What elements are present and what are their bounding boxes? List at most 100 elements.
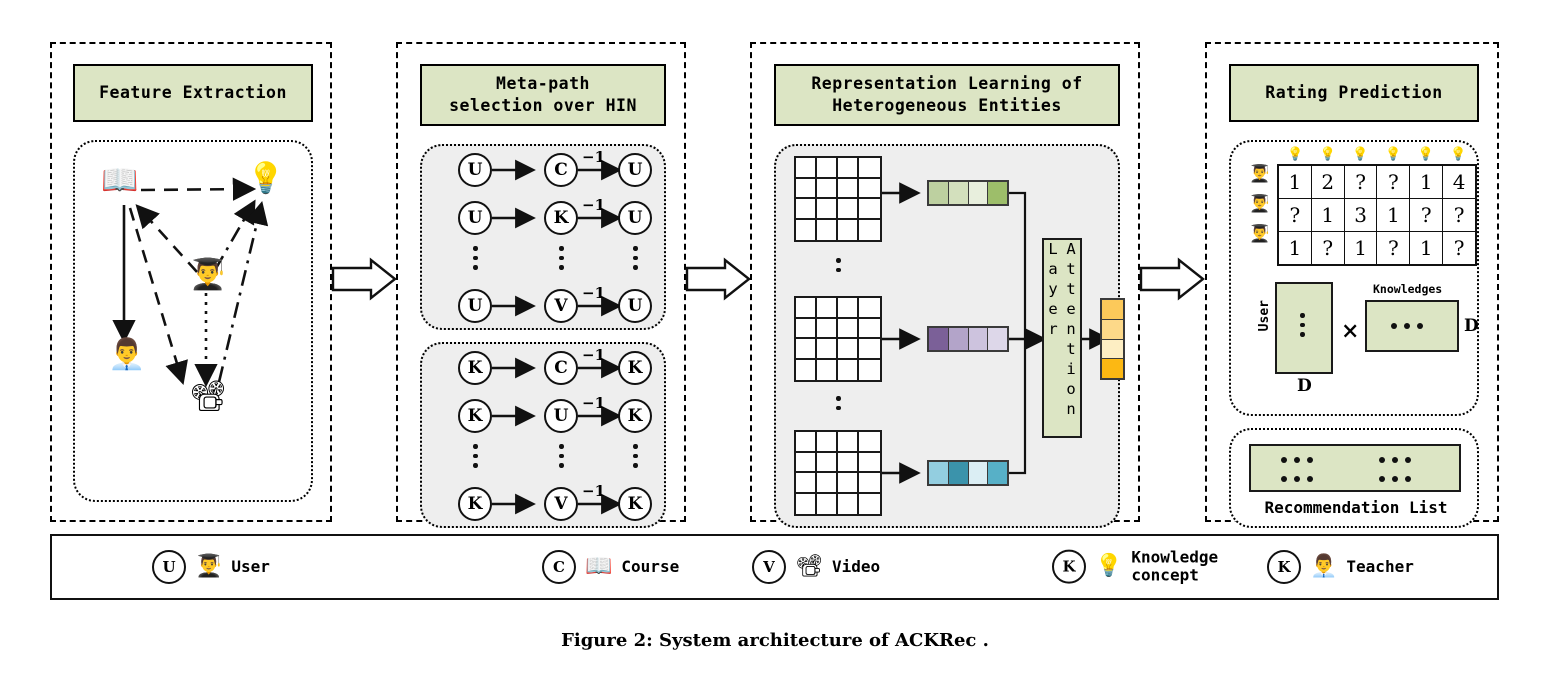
recommendation-list-box (1249, 444, 1461, 492)
graduate-student-icon: 👨‍🎓 (195, 554, 223, 579)
recommendation-dots-2 (1379, 457, 1411, 463)
meta-path-matrix-3 (794, 430, 882, 516)
video-player-icon: 📽 (795, 554, 823, 579)
user-latent-label: User (1257, 300, 1272, 332)
hand-lightbulb-icon: 💡 (1384, 147, 1402, 162)
meta-exponent-k-3: −1 (582, 482, 606, 500)
meta-node-k-start-2: K (458, 399, 492, 433)
flow-arrow-2 (685, 257, 751, 301)
legend-item-teacher: K 👨‍💼 Teacher (1267, 550, 1414, 584)
meta-node-k-end-2: K (618, 399, 652, 433)
flow-arrow-1 (331, 257, 397, 301)
meta-node-k-end-3: K (618, 487, 652, 521)
rating-matrix-cell: ? (1343, 164, 1378, 199)
rating-column-icons: 💡 💡 💡 💡 💡 💡 (1279, 148, 1475, 161)
recommendation-dots-1 (1281, 457, 1313, 463)
meta-exponent-1: −1 (582, 148, 606, 166)
panel-title-feature-extraction: Feature Extraction (73, 64, 313, 122)
legend-label: Teacher (1346, 556, 1414, 576)
rating-matrix-cell: 1 (1277, 164, 1312, 199)
ellipsis-col-3 (633, 246, 638, 270)
meta-exponent-2: −1 (582, 196, 606, 214)
legend-code-circle: V (752, 550, 786, 584)
meta-node-u-end-2: U (618, 201, 652, 235)
open-book-icon: 📖 (101, 163, 139, 198)
rating-matrix-cell: 1 (1310, 198, 1345, 232)
meta-node-u-end-3: U (618, 289, 652, 323)
graph-node-course: 📖 (101, 166, 138, 196)
rating-matrix-row: 1 2?? 1 4 (1277, 164, 1477, 199)
attention-layer: Attention Layer (1042, 238, 1082, 438)
open-book-icon: 📖 (585, 554, 613, 579)
graph-node-knowledge-concept: 💡 (247, 164, 284, 194)
hand-lightbulb-icon: 💡 (1352, 147, 1369, 162)
user-latent-dim-label: D (1297, 376, 1312, 396)
matrix-ellipsis-1 (836, 258, 841, 272)
meta-path-matrix-1 (794, 156, 882, 242)
ellipsis-col-2 (559, 246, 564, 270)
panel-feature-extraction: Feature Extraction (50, 42, 332, 522)
hand-lightbulb-icon: 💡 (247, 161, 285, 196)
representation-inner: Attention Layer (774, 144, 1125, 528)
legend-code-circle: U (152, 550, 186, 584)
teacher-icon: 👨‍💼 (108, 337, 146, 372)
embedding-vector-purple (927, 326, 1009, 352)
rating-matrix-row: ? 1 3 1?? (1277, 198, 1477, 232)
rating-matrix-cell: 1 (1277, 231, 1312, 266)
rating-matrix-cell: ? (1442, 231, 1477, 266)
meta-node-k-mid-1: C (544, 351, 578, 385)
meta-node-mid-1: C (544, 153, 578, 187)
legend-code-circle: C (542, 550, 576, 584)
rating-matrix-cell: 1 (1409, 164, 1444, 199)
graph-node-teacher: 👨‍💼 (108, 340, 145, 370)
embedding-vector-cyan (927, 460, 1009, 486)
legend-item-video: V 📽 Video (752, 550, 880, 584)
rating-matrix-table: 1 2?? 1 4? 1 3 1?? 1? 1? 1? (1277, 164, 1477, 266)
recommendation-dots-4 (1379, 476, 1411, 482)
graduate-student-icon: 👨‍🎓 (1249, 164, 1271, 184)
embedding-vector-green (927, 180, 1009, 206)
rating-matrix-cell: ? (1376, 164, 1411, 199)
knowledge-latent-ellipsis (1391, 323, 1423, 329)
rating-matrix-row: 1? 1? 1? (1277, 231, 1477, 266)
graph-node-user: 👨‍🎓 (189, 260, 226, 290)
hand-lightbulb-icon: 💡 (1417, 147, 1434, 162)
rating-matrix-cell: 1 (1376, 198, 1411, 232)
rating-matrix-cell: ? (1310, 231, 1345, 266)
legend-code-circle: K (1267, 550, 1301, 584)
panel-title-rating-prediction: Rating Prediction (1229, 64, 1479, 122)
teacher-icon: 👨‍💼 (1310, 554, 1338, 579)
panel-rating-prediction: Rating Prediction 💡 💡 💡 💡 💡 💡 👨‍🎓 👨‍🎓 👨‍… (1205, 42, 1499, 528)
rating-row-icons: 👨‍🎓 👨‍🎓 👨‍🎓 (1249, 166, 1270, 256)
rating-matrix-cell: 3 (1343, 198, 1378, 232)
rating-matrix-cell: 4 (1442, 164, 1477, 199)
video-player-icon: 📽 (189, 379, 228, 414)
ellipsis-col-1 (473, 246, 478, 270)
panel-meta-path-selection: Meta-path selection over HIN U C U −1 U … (396, 42, 686, 528)
meta-node-mid-2: K (544, 201, 578, 235)
legend-label: User (231, 556, 270, 576)
figure-root: Feature Extraction (0, 0, 1550, 690)
attention-output-vector (1100, 298, 1125, 380)
meta-exponent-k-1: −1 (582, 346, 606, 364)
recommendation-list-container: Recommendation List (1229, 428, 1479, 528)
meta-node-k-mid-3: V (544, 487, 578, 521)
meta-path-group-knowledge: K C K −1 K U K −1 K V K −1 (420, 342, 666, 528)
meta-node-mid-3: V (544, 289, 578, 323)
panel-title-representation: Representation Learning of Heterogeneous… (774, 64, 1120, 126)
meta-node-k-mid-2: U (544, 399, 578, 433)
figure-caption: Figure 2: System architecture of ACKRec … (561, 630, 989, 651)
meta-node-k-start-1: K (458, 351, 492, 385)
legend-label: Knowledge concept (1131, 547, 1219, 585)
rating-matrix-cell: 2 (1310, 164, 1345, 199)
ellipsis-col-k-2 (559, 444, 564, 468)
meta-node-u-start-1: U (458, 153, 492, 187)
multiply-symbol: × (1341, 318, 1360, 344)
meta-node-u-start-2: U (458, 201, 492, 235)
attention-layer-label: Attention Layer (1044, 240, 1080, 420)
meta-path-matrix-2 (794, 296, 882, 382)
rating-matrix-cell: 1 (1343, 231, 1378, 266)
meta-node-u-start-3: U (458, 289, 492, 323)
feature-graph-container: 📖 💡 👨‍🎓 👨‍💼 📽 (73, 140, 313, 502)
legend-item-knowledge-concept: K 💡 Knowledge concept (1052, 547, 1219, 586)
